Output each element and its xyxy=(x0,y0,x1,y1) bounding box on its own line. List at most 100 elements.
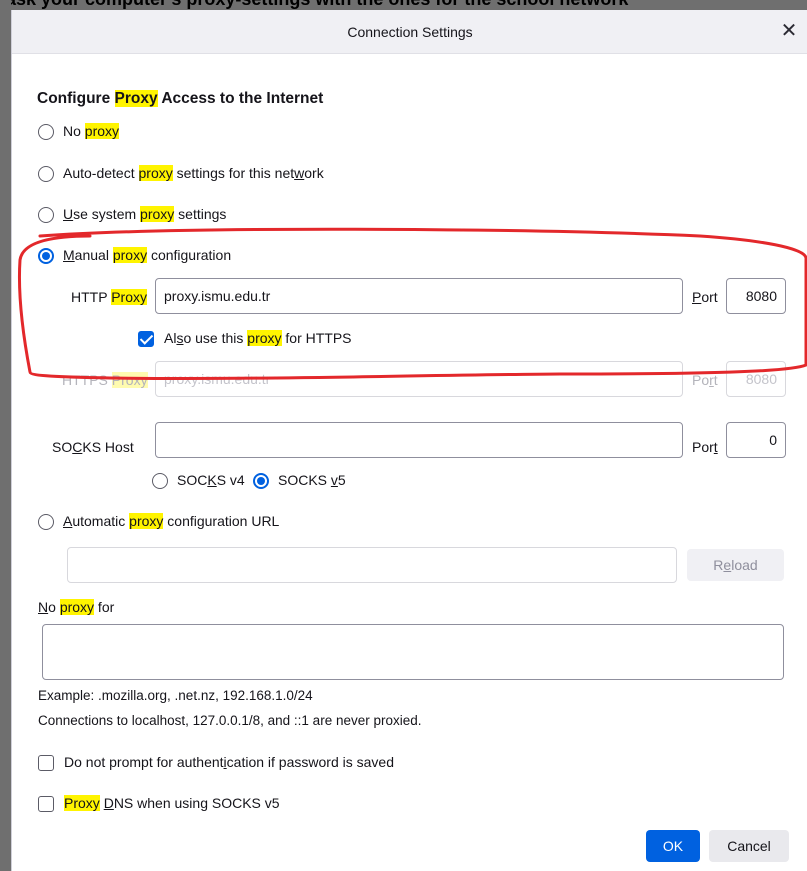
system-proxy-label[interactable]: Use system proxy settings xyxy=(63,206,226,222)
no-proxy-for-hl: proxy xyxy=(59,599,95,615)
auto-url-post: configuration URL xyxy=(163,513,280,529)
socks-v4-post: S v4 xyxy=(216,472,245,488)
auto-detect-label[interactable]: Auto-detect proxy settings for this netw… xyxy=(63,165,324,181)
ok-button[interactable]: OK xyxy=(646,830,700,862)
https-label-hl: Proxy xyxy=(111,372,148,388)
socks-v5-pre: SOCKS xyxy=(278,472,331,488)
reload-post: load xyxy=(731,557,758,573)
system-proxy-radio[interactable] xyxy=(38,207,54,223)
section-heading: Configure Proxy Access to the Internet xyxy=(37,90,323,108)
connection-settings-dialog: Connection Settings ✕ Configure Proxy Ac… xyxy=(11,10,807,871)
reload-pre: R xyxy=(713,557,724,573)
manual-proxy-label[interactable]: Manual proxy configuration xyxy=(63,247,231,263)
also-https-checkbox[interactable] xyxy=(138,331,154,347)
cancel-button[interactable]: Cancel xyxy=(709,830,789,862)
http-label-pre: HTTP xyxy=(71,289,112,305)
also-https-pre: Al xyxy=(164,330,177,346)
background-window-edge xyxy=(0,0,11,871)
http-port-accesskey: P xyxy=(692,289,702,305)
localhost-note: Connections to localhost, 127.0.0.1/8, a… xyxy=(38,713,422,728)
proxy-dns-post: NS when using SOCKS v5 xyxy=(113,795,280,811)
auto-detect-accesskey: w xyxy=(294,165,305,181)
manual-accesskey: M xyxy=(63,247,75,263)
heading-post: Access to the Internet xyxy=(157,90,324,107)
https-port-label: Port xyxy=(692,372,718,388)
proxy-dns-label[interactable]: Proxy DNS when using SOCKS v5 xyxy=(64,795,280,811)
http-port-label: Port xyxy=(692,289,718,305)
auto-url-input[interactable] xyxy=(67,547,677,583)
socks-port-input[interactable]: 0 xyxy=(726,422,786,458)
auto-url-label[interactable]: Automatic proxy configuration URL xyxy=(63,513,279,529)
https-label-pre: HTTPS xyxy=(62,372,112,388)
http-proxy-label: HTTP Proxy xyxy=(71,289,147,305)
system-hl: proxy xyxy=(140,206,175,222)
dialog-titlebar: Connection Settings ✕ xyxy=(12,10,807,54)
no-auth-prompt-label[interactable]: Do not prompt for authentication if pass… xyxy=(64,754,394,770)
socks-host-label: SOCKS Host xyxy=(52,439,134,455)
dialog-title: Connection Settings xyxy=(347,24,473,40)
https-port-input[interactable]: 8080 xyxy=(726,361,786,397)
heading-highlight: Proxy xyxy=(114,90,158,107)
https-port-post: t xyxy=(713,372,718,388)
background-text: ask your computer's proxy-settings with … xyxy=(6,0,628,10)
http-proxy-input[interactable]: proxy.ismu.edu.tr xyxy=(155,278,683,314)
socks-port-pre: Por xyxy=(692,439,714,455)
auto-detect-post-a: settings for this net xyxy=(172,165,295,181)
also-https-hl: proxy xyxy=(247,330,282,346)
socks-v4-radio[interactable] xyxy=(152,473,168,489)
auto-url-accesskey: A xyxy=(63,513,73,529)
no-proxy-radio[interactable] xyxy=(38,124,54,140)
no-proxy-label[interactable]: No proxy xyxy=(63,123,120,139)
socks-v5-post: 5 xyxy=(337,472,346,488)
system-accesskey: U xyxy=(63,206,74,222)
auto-url-pre: utomatic xyxy=(72,513,130,529)
also-https-post-a: o use this xyxy=(183,330,248,346)
background-window-strip: ask your computer's proxy-settings with … xyxy=(0,0,807,10)
no-auth-post: cation if password is saved xyxy=(226,754,394,770)
auto-url-radio[interactable] xyxy=(38,514,54,530)
heading-pre: Configure xyxy=(37,90,115,107)
also-https-label[interactable]: Also use this proxy for HTTPS xyxy=(164,330,352,346)
auto-detect-post-b: ork xyxy=(304,165,324,181)
socks-v5-label[interactable]: SOCKS v5 xyxy=(278,472,346,488)
no-auth-pre: Do not prompt for authent xyxy=(64,754,224,770)
socks-v4-pre: SOC xyxy=(177,472,208,488)
socks-port-label: Port xyxy=(692,439,718,455)
no-proxy-label-hl: proxy xyxy=(84,123,120,139)
auto-url-hl: proxy xyxy=(129,513,164,529)
http-port-rest: ort xyxy=(701,289,718,305)
no-proxy-for-label: No proxy for xyxy=(38,599,114,615)
socks-label-accesskey: C xyxy=(72,439,83,455)
auto-detect-radio[interactable] xyxy=(38,166,54,182)
no-proxy-label-pre: No xyxy=(63,123,85,139)
no-proxy-for-accesskey: N xyxy=(38,599,49,615)
example-text: Example: .mozilla.org, .net.nz, 192.168.… xyxy=(38,688,313,703)
https-proxy-label: HTTPS Proxy xyxy=(62,372,148,388)
reload-button[interactable]: Reload xyxy=(687,549,784,581)
auto-detect-hl: proxy xyxy=(138,165,173,181)
http-label-hl: Proxy xyxy=(111,289,147,305)
no-auth-prompt-checkbox[interactable] xyxy=(38,755,54,771)
system-pre: se system xyxy=(73,206,141,222)
manual-post: configuration xyxy=(147,247,232,263)
manual-proxy-radio[interactable] xyxy=(38,248,54,264)
socks-v4-label[interactable]: SOCKS v4 xyxy=(177,472,245,488)
proxy-dns-hl: Proxy xyxy=(64,795,100,811)
no-proxy-for-textarea[interactable] xyxy=(42,624,784,680)
proxy-dns-accesskey: D xyxy=(103,795,114,811)
https-proxy-input[interactable]: proxy.ismu.edu.tr xyxy=(155,361,683,397)
close-icon[interactable]: ✕ xyxy=(778,20,800,42)
manual-hl: proxy xyxy=(112,247,148,263)
socks-v5-radio[interactable] xyxy=(253,473,269,489)
auto-detect-pre: Auto-detect xyxy=(63,165,139,181)
proxy-dns-checkbox[interactable] xyxy=(38,796,54,812)
no-proxy-for-pre: o xyxy=(48,599,60,615)
http-port-input[interactable]: 8080 xyxy=(726,278,786,314)
https-port-pre: Po xyxy=(692,372,710,388)
system-post: settings xyxy=(174,206,227,222)
socks-port-accesskey: t xyxy=(713,439,718,455)
socks-label-post: KS Host xyxy=(82,439,134,455)
socks-v5-accesskey: v xyxy=(330,472,338,488)
manual-pre: anual xyxy=(74,247,113,263)
socks-host-input[interactable] xyxy=(155,422,683,458)
